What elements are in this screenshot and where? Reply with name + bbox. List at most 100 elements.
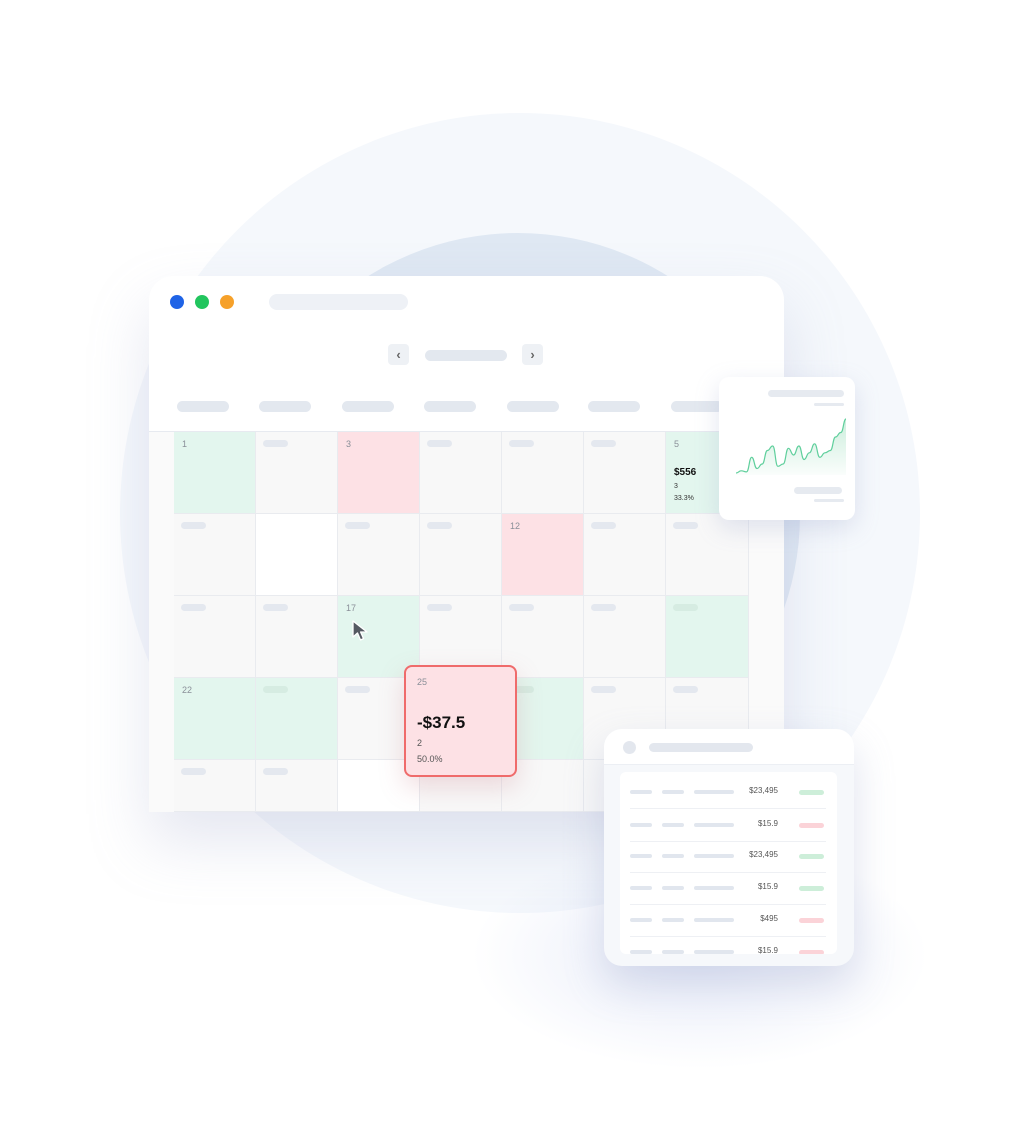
window-dot-blue[interactable] xyxy=(170,295,184,309)
row-amount: $23,495 xyxy=(749,850,778,859)
calendar-day-cell[interactable] xyxy=(420,432,502,514)
cell-placeholder xyxy=(694,790,734,794)
chevron-right-icon: › xyxy=(530,347,535,362)
calendar-day-cell[interactable] xyxy=(256,432,338,514)
day-number-placeholder xyxy=(427,522,452,529)
table-row[interactable]: $495 xyxy=(630,904,826,937)
window-dot-green[interactable] xyxy=(195,295,209,309)
day-number-placeholder xyxy=(673,604,698,611)
weekday-header-placeholder xyxy=(177,401,229,412)
cell-placeholder xyxy=(630,790,652,794)
title-bar xyxy=(149,276,784,328)
table-row[interactable]: $23,495 xyxy=(630,776,826,809)
calendar-day-cell[interactable] xyxy=(174,760,256,812)
calendar-day-cell[interactable] xyxy=(256,678,338,760)
day-pnl-amount: $556 xyxy=(674,467,697,478)
calendar-day-cell[interactable] xyxy=(584,596,666,678)
table-row[interactable]: $15.9 xyxy=(630,809,826,842)
day-detail-popup[interactable]: 25 -$37.5 2 50.0% xyxy=(404,665,517,777)
day-number-placeholder xyxy=(181,604,206,611)
popup-win-rate: 50.0% xyxy=(417,754,443,764)
calendar-day-cell[interactable] xyxy=(174,596,256,678)
day-number-placeholder xyxy=(591,604,616,611)
calendar-day-cell[interactable] xyxy=(584,514,666,596)
calendar-day-cell[interactable] xyxy=(256,514,338,596)
cell-placeholder xyxy=(662,886,684,890)
calendar-day-cell[interactable] xyxy=(666,514,749,596)
day-number-placeholder xyxy=(345,522,370,529)
weekday-header-placeholder xyxy=(588,401,640,412)
table-row[interactable]: $15.9 xyxy=(630,872,826,905)
row-amount: $15.9 xyxy=(757,882,778,891)
row-status-bar xyxy=(799,918,824,923)
day-number-placeholder xyxy=(263,440,288,447)
cell-placeholder xyxy=(694,823,734,827)
calendar-day-cell[interactable] xyxy=(256,596,338,678)
calendar-day-cell[interactable]: 22 xyxy=(174,678,256,760)
calendar-day-cell[interactable] xyxy=(420,514,502,596)
day-number-placeholder xyxy=(263,604,288,611)
cell-placeholder xyxy=(630,886,652,890)
day-number-placeholder xyxy=(181,522,206,529)
mouse-cursor-icon xyxy=(352,620,368,641)
month-title-placeholder xyxy=(425,350,507,361)
weekday-header-placeholder xyxy=(342,401,394,412)
day-number-placeholder xyxy=(427,604,452,611)
cell-placeholder xyxy=(694,854,734,858)
table-header xyxy=(604,729,854,765)
day-number-placeholder xyxy=(591,440,616,447)
cell-placeholder xyxy=(662,854,684,858)
weekday-header-placeholder xyxy=(259,401,311,412)
day-number: 17 xyxy=(346,603,357,613)
chart-title-placeholder xyxy=(768,390,844,397)
pnl-chart-card xyxy=(719,377,855,520)
calendar-day-cell[interactable] xyxy=(502,432,584,514)
calendar-day-cell[interactable] xyxy=(338,514,420,596)
day-trade-count: 3 xyxy=(674,483,678,490)
cell-placeholder xyxy=(662,790,684,794)
cell-placeholder xyxy=(694,886,734,890)
popup-trade-count: 2 xyxy=(417,738,423,748)
pnl-area-chart xyxy=(736,418,846,475)
cell-placeholder xyxy=(662,823,684,827)
prev-month-button[interactable]: ‹ xyxy=(388,344,409,365)
day-number: 22 xyxy=(182,685,193,695)
table-header-dot xyxy=(623,741,636,754)
calendar-day-cell[interactable] xyxy=(666,596,749,678)
day-number: 12 xyxy=(510,521,521,531)
calendar-nav: ‹ › xyxy=(149,327,784,432)
calendar-day-cell[interactable] xyxy=(502,596,584,678)
calendar-day-cell[interactable] xyxy=(174,514,256,596)
cell-placeholder xyxy=(630,854,652,858)
day-number-placeholder xyxy=(263,768,288,775)
day-number-placeholder xyxy=(263,686,288,693)
next-month-button[interactable]: › xyxy=(522,344,543,365)
chart-footer-sub-placeholder xyxy=(814,499,844,502)
cell-placeholder xyxy=(630,950,652,954)
address-bar-placeholder[interactable] xyxy=(269,294,408,310)
day-number-placeholder xyxy=(591,522,616,529)
cell-placeholder xyxy=(630,823,652,827)
cell-placeholder xyxy=(662,950,684,954)
row-amount: $15.9 xyxy=(757,819,778,828)
cell-placeholder xyxy=(630,918,652,922)
row-status-bar xyxy=(799,823,824,828)
row-status-bar xyxy=(799,790,824,795)
window-dot-orange[interactable] xyxy=(220,295,234,309)
popup-pnl-amount: -$37.5 xyxy=(417,713,466,732)
table-title-placeholder xyxy=(649,743,753,752)
cell-placeholder xyxy=(662,918,684,922)
chart-footer-placeholder xyxy=(794,487,842,494)
calendar-day-cell[interactable]: 1 xyxy=(174,432,256,514)
calendar-day-cell[interactable] xyxy=(584,432,666,514)
popup-day-number: 25 xyxy=(417,677,428,687)
calendar-day-cell[interactable]: 12 xyxy=(502,514,584,596)
day-number-placeholder xyxy=(509,440,534,447)
day-win-rate: 33.3% xyxy=(674,495,694,502)
calendar-day-cell[interactable]: 3 xyxy=(338,432,420,514)
day-number: 3 xyxy=(346,439,352,449)
row-status-bar xyxy=(799,950,824,954)
table-row[interactable]: $15.9 xyxy=(630,936,826,954)
table-row[interactable]: $23,495 xyxy=(630,840,826,873)
calendar-day-cell[interactable] xyxy=(256,760,338,812)
